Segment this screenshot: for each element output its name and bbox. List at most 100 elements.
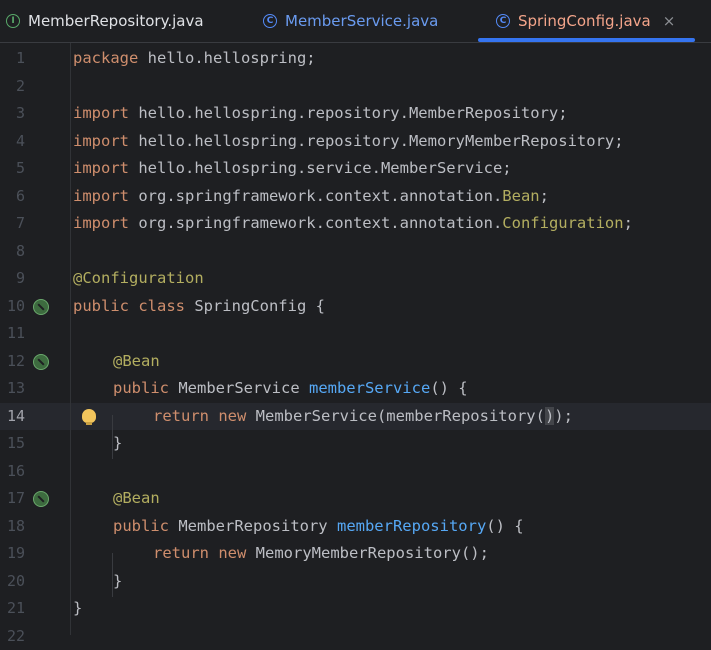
gutter-separator [70,43,71,635]
code-text: ; [540,187,549,205]
keyword: import [73,159,129,177]
code-text: org.springframework.context.annotation. [129,187,502,205]
code-line: 19 return new MemoryMemberRepository(); [0,540,711,568]
spring-bean-gutter-icon[interactable] [33,491,49,507]
line-number: 9 [0,265,25,293]
line-number: 5 [0,155,25,183]
code-text: hello.hellospring.service.MemberService; [129,159,512,177]
indent-guide [112,415,113,459]
code-line: 15 } [0,430,711,458]
spring-bean-gutter-icon[interactable] [33,354,49,370]
code-line: 10 public class SpringConfig { [0,293,711,321]
annotation: @Bean [113,352,160,370]
tab-member-service[interactable]: C MemberService.java [263,0,438,42]
editor-tab-bar: I MemberRepository.java C MemberService.… [0,0,711,43]
code-line: 4 import hello.hellospring.repository.Me… [0,128,711,156]
code-text: } [73,599,82,617]
method-name: memberRepository [337,517,486,535]
tab-spring-config[interactable]: C SpringConfig.java × [496,0,675,42]
code-text: MemberRepository [169,517,337,535]
method-name: memberService [309,379,430,397]
keyword: public class [73,297,185,315]
line-number: 15 [0,430,25,458]
annotation-type: Bean [502,187,539,205]
line-number: 21 [0,595,25,623]
code-text: hello.hellospring; [138,49,315,67]
line-number: 7 [0,210,25,238]
line-number: 16 [0,458,25,486]
code-text: ; [624,214,633,232]
code-line: 9 @Configuration [0,265,711,293]
code-text: MemoryMemberRepository(); [246,544,489,562]
keyword: return new [153,544,246,562]
line-number: 20 [0,568,25,596]
line-number: 1 [0,45,25,73]
code-text: hello.hellospring.repository.MemoryMembe… [129,132,624,150]
code-line: 12 @Bean [0,348,711,376]
line-number: 12 [0,348,25,376]
spring-bean-gutter-icon[interactable] [33,299,49,315]
code-line-current: 14 return new MemberService(memberReposi… [0,403,711,431]
line-number: 3 [0,100,25,128]
code-text: } [113,572,122,590]
code-text: hello.hellospring.repository.MemberRepos… [129,104,568,122]
code-text: ); [554,407,573,425]
code-line: 3 import hello.hellospring.repository.Me… [0,100,711,128]
line-number: 4 [0,128,25,156]
line-number: 8 [0,238,25,266]
class-icon: C [496,14,510,28]
code-text: } [113,434,122,452]
tab-label: MemberService.java [285,12,438,30]
code-line: 13 public MemberService memberService() … [0,375,711,403]
keyword: public [113,379,169,397]
annotation: @Bean [113,489,160,507]
code-text: MemberService [169,379,309,397]
keyword: import [73,214,129,232]
code-text: MemberService(memberRepository( [246,407,545,425]
code-line: 20 } [0,568,711,596]
line-number: 19 [0,540,25,568]
code-line: 2 [0,73,711,101]
keyword: import [73,132,129,150]
code-line: 18 public MemberRepository memberReposit… [0,513,711,541]
line-number: 14 [0,403,25,431]
code-line: 6 import org.springframework.context.ann… [0,183,711,211]
code-line: 5 import hello.hellospring.service.Membe… [0,155,711,183]
code-line: 17 @Bean [0,485,711,513]
code-line: 21 } [0,595,711,623]
lightbulb-icon[interactable] [82,409,96,423]
code-text: SpringConfig { [185,297,325,315]
code-text: org.springframework.context.annotation. [129,214,502,232]
line-number: 17 [0,485,25,513]
line-number: 2 [0,73,25,101]
annotation: @Configuration [73,269,204,287]
code-text: () { [486,517,523,535]
code-text: () { [430,379,467,397]
code-line: 16 [0,458,711,486]
tab-member-repository[interactable]: I MemberRepository.java [6,0,204,42]
line-number: 10 [0,293,25,321]
indent-guide [112,553,113,597]
keyword: import [73,104,129,122]
line-number: 11 [0,320,25,348]
keyword: return new [153,407,246,425]
code-editor[interactable]: 1 package hello.hellospring; 2 3 import … [0,43,711,635]
active-tab-indicator [478,38,695,42]
code-line: 11 [0,320,711,348]
class-icon: C [263,14,277,28]
annotation-type: Configuration [502,214,623,232]
keyword: public [113,517,169,535]
bracket-match: ) [545,407,554,425]
keyword: import [73,187,129,205]
tab-label: SpringConfig.java [518,12,651,30]
line-number: 22 [0,623,25,650]
close-icon[interactable]: × [663,12,676,30]
code-line: 8 [0,238,711,266]
line-number: 13 [0,375,25,403]
code-line: 1 package hello.hellospring; [0,45,711,73]
interface-icon: I [6,14,20,28]
line-number: 18 [0,513,25,541]
code-line: 7 import org.springframework.context.ann… [0,210,711,238]
code-line: 22 [0,623,711,650]
line-number: 6 [0,183,25,211]
